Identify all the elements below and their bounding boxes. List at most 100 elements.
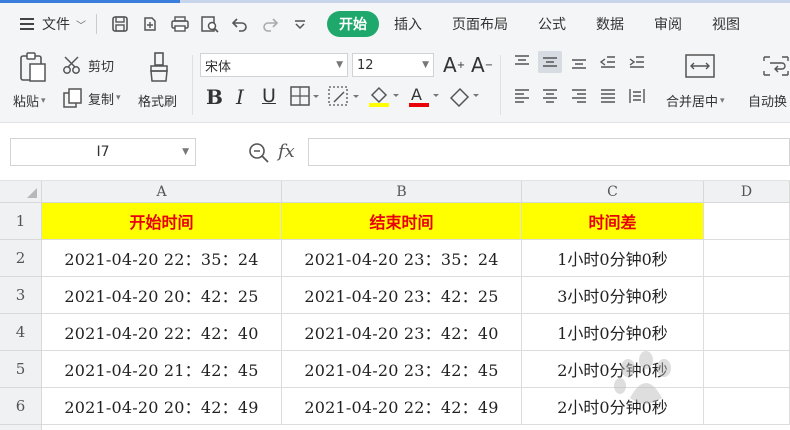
table-cell[interactable]: 2小时0分钟0秒 [522,388,704,425]
column-header-b[interactable]: B [282,181,522,203]
fill-color-icon[interactable] [368,85,402,107]
header-cell-start-time[interactable]: 开始时间 [42,203,282,240]
empty-cell[interactable] [704,388,790,425]
table-cell[interactable]: 2021-04-20 22：35：24 [42,240,282,277]
fill-pattern-icon[interactable] [328,86,362,106]
redo-icon[interactable] [257,11,283,37]
tab-review[interactable]: 审阅 [639,11,697,37]
empty-cell[interactable] [704,314,790,351]
empty-cell[interactable] [704,203,790,240]
undo-icon[interactable] [227,11,253,37]
paste-label: 粘贴 [13,95,40,110]
fx-icon[interactable]: fx [278,141,295,162]
chevron-down-icon[interactable]: ﹀ [76,17,86,32]
ribbon-divider [192,55,193,115]
decrease-indent-icon[interactable] [596,51,620,73]
copy-dropdown-icon[interactable]: ▾ [116,93,121,103]
table-cell[interactable]: 2021-04-20 23：42：40 [282,314,522,351]
italic-icon[interactable]: I [236,85,244,109]
distributed-align-icon[interactable] [625,85,649,107]
align-center-icon[interactable] [538,85,562,107]
merge-center-icon[interactable] [684,53,716,79]
tab-insert[interactable]: 插入 [379,11,437,37]
underline-icon[interactable]: U [262,85,276,107]
table-cell[interactable]: 3小时0分钟0秒 [522,277,704,314]
table-cell[interactable]: 2021-04-20 23：42：45 [282,351,522,388]
table-cell[interactable]: 2021-04-20 22：42：49 [282,388,522,425]
cut-button[interactable]: 剪切 [62,55,114,75]
row-header-3[interactable]: 3 [0,277,42,314]
formula-input[interactable] [308,138,790,166]
row-header-5[interactable]: 5 [0,351,42,388]
header-cell-time-diff[interactable]: 时间差 [522,203,704,240]
hamburger-menu-icon[interactable] [16,12,40,36]
table-cell[interactable]: 2小时0分钟0秒 [522,351,704,388]
align-right-icon[interactable] [567,85,591,107]
align-top-icon[interactable] [510,51,534,73]
table-cell[interactable]: 2021-04-20 23：42：25 [282,277,522,314]
save-icon[interactable] [107,11,133,37]
print-icon[interactable] [167,11,193,37]
align-left-icon[interactable] [510,85,534,107]
eraser-icon[interactable] [448,85,482,107]
justify-icon[interactable] [596,85,620,107]
table-cell[interactable]: 2021-04-20 22：42：40 [42,314,282,351]
row-header-1[interactable]: 1 [0,203,42,240]
tab-data[interactable]: 数据 [581,11,639,37]
decrease-font-size-icon[interactable]: A − [471,53,493,77]
font-name-select[interactable]: 宋体 ▼ [200,53,348,77]
format-painter-icon[interactable] [147,51,171,83]
export-icon[interactable] [137,11,163,37]
increase-font-size-icon[interactable]: A + [443,53,465,77]
name-box[interactable]: I7 ▼ [10,138,196,166]
column-header-d[interactable]: D [704,181,790,203]
empty-cell[interactable] [704,351,790,388]
format-painter-button[interactable]: 格式刷 [138,91,177,110]
wrap-text-button[interactable]: 自动换 [748,91,787,110]
tab-formulas[interactable]: 公式 [523,11,581,37]
paste-icon[interactable] [18,51,48,83]
increase-indent-icon[interactable] [625,51,649,73]
row-header-4[interactable]: 4 [0,314,42,351]
empty-cell[interactable] [704,240,790,277]
border-icon[interactable] [290,86,320,106]
table-cell[interactable]: 1小时0分钟0秒 [522,314,704,351]
font-color-icon[interactable]: A [408,85,442,107]
table-cell[interactable]: 2021-04-20 20：42：49 [42,388,282,425]
chevron-down-icon[interactable]: ▼ [182,147,189,157]
align-middle-icon[interactable] [538,51,562,73]
header-cell-end-time[interactable]: 结束时间 [282,203,522,240]
table-cell[interactable]: 1小时0分钟0秒 [522,240,704,277]
merge-center-button[interactable]: 合并居中 ▾ [666,91,725,110]
print-preview-icon[interactable] [197,11,223,37]
paste-dropdown-icon[interactable]: ▾ [41,96,46,106]
file-menu-button[interactable]: 文件 [42,14,70,34]
merge-center-label: 合并居中 [666,95,719,110]
column-header-a[interactable]: A [42,181,282,203]
merge-dropdown-icon[interactable]: ▾ [720,96,725,106]
wrap-text-icon[interactable] [762,53,790,79]
empty-cell[interactable] [704,277,790,314]
font-size-select[interactable]: 12 ▼ [352,53,434,77]
ribbon-divider [500,55,501,115]
select-all-corner[interactable] [0,181,42,203]
tab-view[interactable]: 视图 [697,11,755,37]
tab-home[interactable]: 开始 [327,11,379,37]
row-header-6[interactable]: 6 [0,388,42,425]
copy-icon [63,88,82,108]
align-bottom-icon[interactable] [567,51,591,73]
customize-toolbar-icon[interactable] [287,11,313,37]
zoom-icon[interactable] [248,142,270,164]
row-header-7[interactable] [0,425,42,430]
ribbon-tabs: 开始 插入 页面布局 公式 数据 审阅 视图 [327,11,755,37]
table-cell[interactable]: 2021-04-20 20：42：25 [42,277,282,314]
table-cell[interactable]: 2021-04-20 23：35：24 [282,240,522,277]
paste-button[interactable]: 粘贴 ▾ [13,91,46,110]
bold-icon[interactable]: B [206,85,223,109]
row-header-2[interactable]: 2 [0,240,42,277]
copy-button[interactable]: 复制 ▾ [62,87,121,109]
tab-page-layout[interactable]: 页面布局 [437,11,523,37]
svg-text:A: A [411,85,422,104]
table-cell[interactable]: 2021-04-20 21：42：45 [42,351,282,388]
column-header-c[interactable]: C [522,181,704,203]
